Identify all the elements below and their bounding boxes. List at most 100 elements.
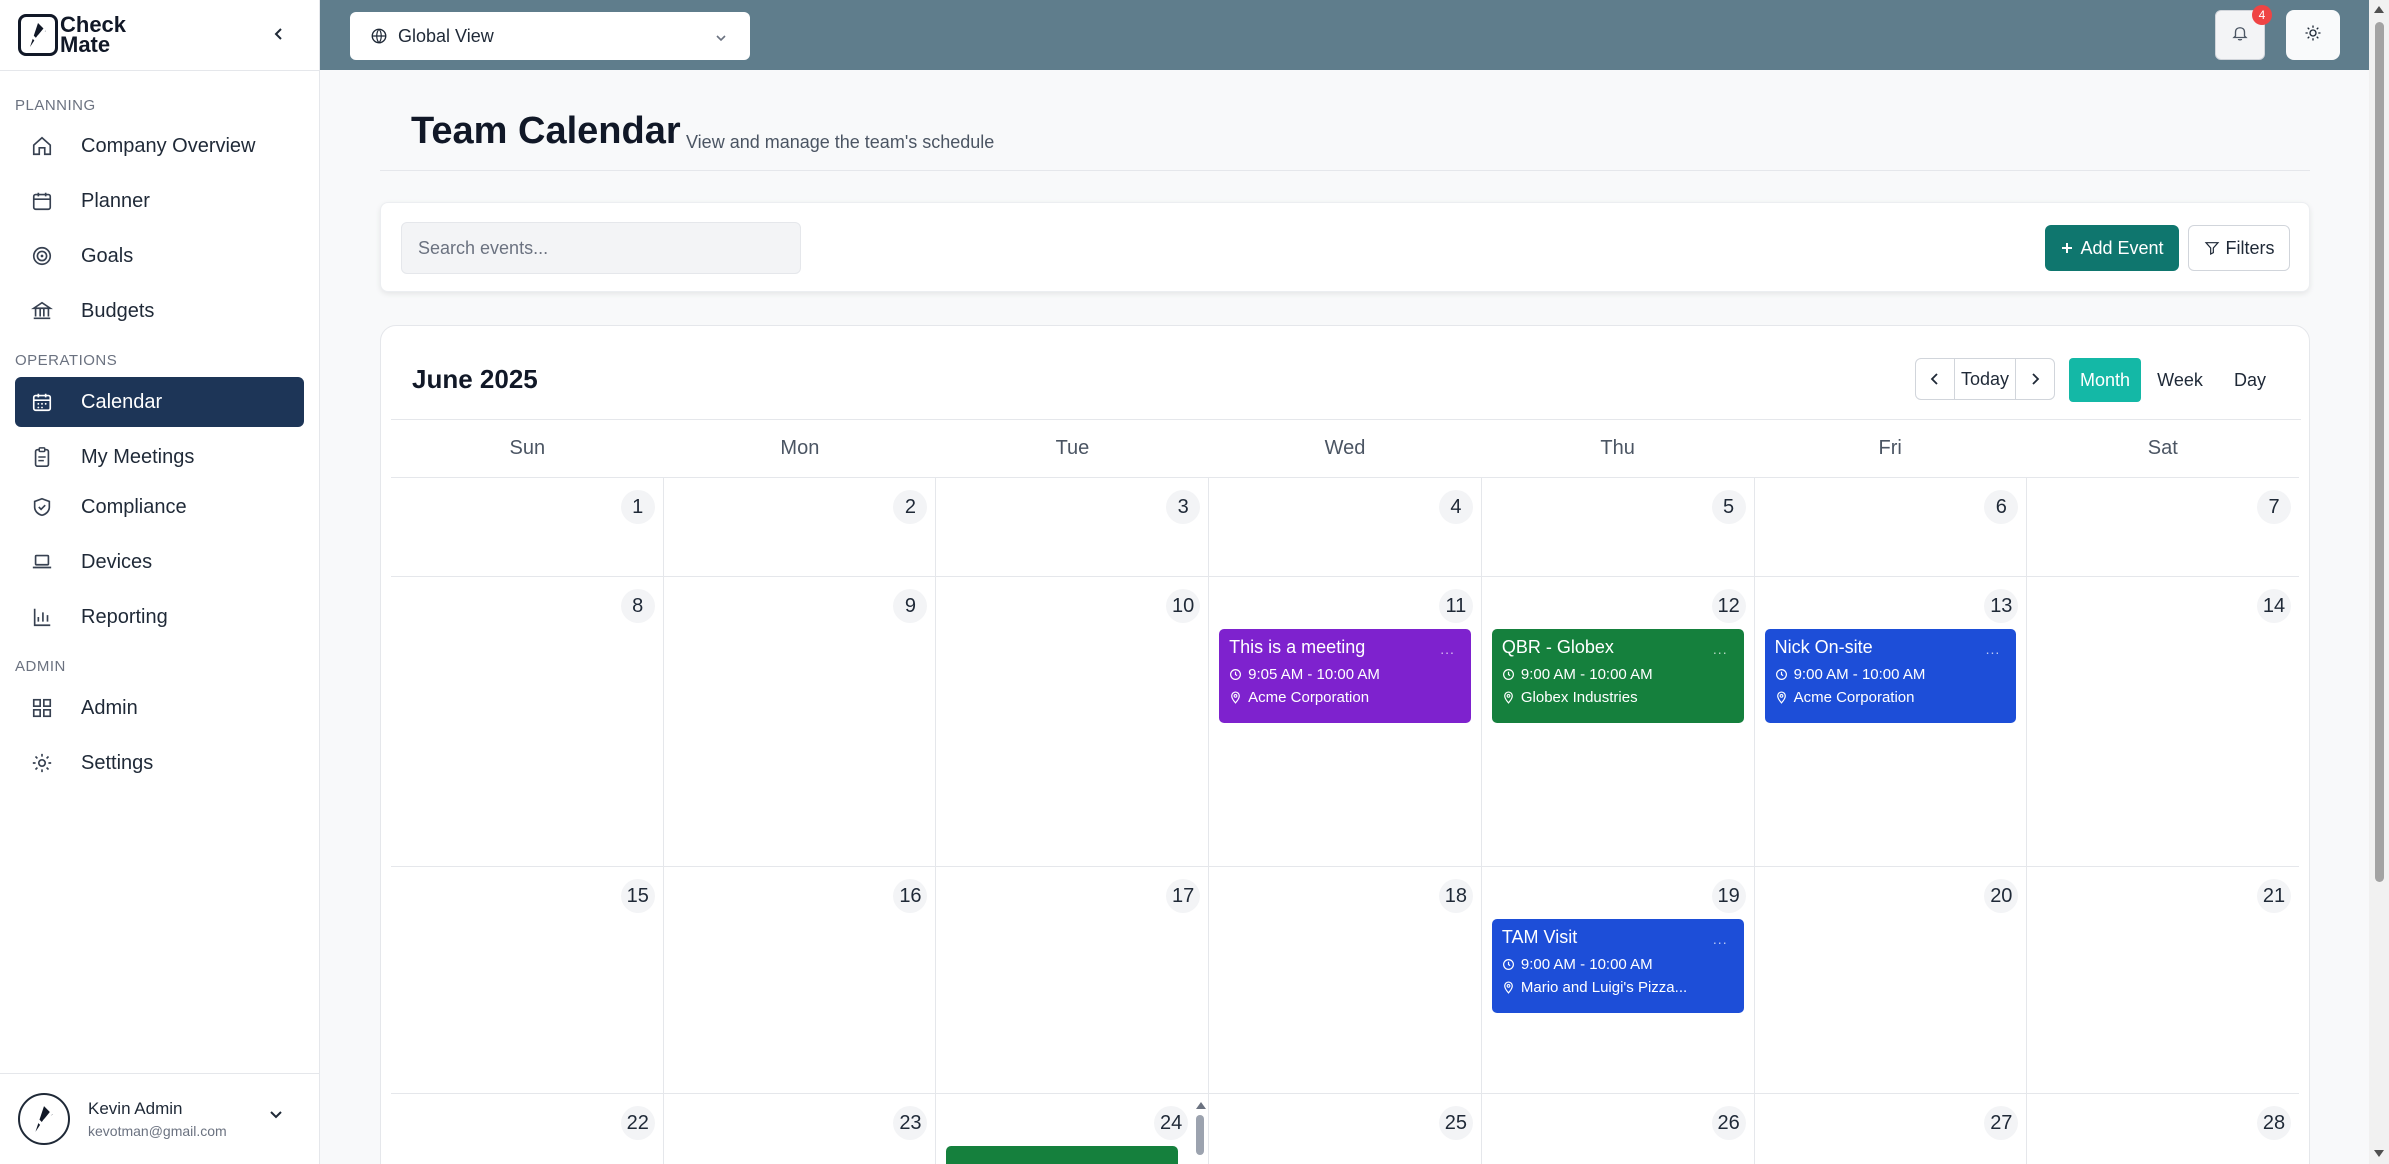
calendar-event[interactable]: TAM Visit ... 9:00 AM - 10:00 AM Mario a… xyxy=(1491,919,1744,1013)
sidebar-item-label: Calendar xyxy=(81,390,163,413)
event-more-menu[interactable]: ... xyxy=(1440,641,1455,657)
tab-month[interactable]: Month xyxy=(2069,358,2141,402)
chevron-right-icon xyxy=(2032,373,2040,385)
event-more-menu[interactable]: ... xyxy=(1986,641,2001,657)
page-scrollbar[interactable] xyxy=(2369,0,2389,1164)
collapse-sidebar-button[interactable] xyxy=(268,20,290,48)
scroll-thumb[interactable] xyxy=(2375,22,2384,882)
calendar-day[interactable]: 21 xyxy=(2027,867,2299,1093)
sidebar-item-label: Compliance xyxy=(81,495,187,518)
day-number: 15 xyxy=(620,879,655,913)
calendar-event[interactable]: QBR - Globex ... 9:00 AM - 10:00 AM Glob… xyxy=(1491,629,1744,723)
sidebar-item-goals[interactable]: Goals xyxy=(15,231,304,281)
sidebar-item-label: Devices xyxy=(81,550,153,573)
calendar-day[interactable]: 25 xyxy=(1209,1094,1482,1164)
tab-day[interactable]: Day xyxy=(2219,358,2281,402)
calendar-day[interactable]: 3 xyxy=(936,478,1210,576)
user-divider xyxy=(0,1073,320,1074)
calendar-day[interactable]: 22 xyxy=(391,1094,664,1164)
grid-icon xyxy=(29,695,55,721)
shield-check-icon xyxy=(29,494,55,520)
tab-week[interactable]: Week xyxy=(2141,358,2219,402)
sidebar-item-budgets[interactable]: Budgets xyxy=(15,286,304,336)
day-number: 10 xyxy=(1166,589,1201,623)
sidebar-item-label: Reporting xyxy=(81,605,168,628)
weekday-header: Sun Mon Tue Wed Thu Fri Sat xyxy=(391,420,2299,478)
calendar-day[interactable]: 8 xyxy=(391,577,664,866)
map-pin-icon xyxy=(1775,691,1788,704)
calendar-event[interactable]: This is a meeting ... 9:05 AM - 10:00 AM… xyxy=(1219,629,1471,723)
calendar-day[interactable]: 16 xyxy=(664,867,937,1093)
calendar-day[interactable]: 15 xyxy=(391,867,664,1093)
calendar-day[interactable]: 9 xyxy=(664,577,937,866)
user-email: kevotman@gmail.com xyxy=(88,1123,227,1139)
day-number: 8 xyxy=(620,589,655,623)
calendar-day[interactable]: 23 xyxy=(664,1094,937,1164)
calendar-day[interactable]: 28 xyxy=(2027,1094,2299,1164)
laptop-icon xyxy=(29,549,55,575)
theme-toggle-button[interactable] xyxy=(2286,10,2340,60)
day-number: 27 xyxy=(1984,1106,2019,1140)
sidebar-item-devices[interactable]: Devices xyxy=(15,537,304,587)
calendar-day[interactable]: 18 xyxy=(1209,867,1482,1093)
weekday-label: Thu xyxy=(1600,437,1635,459)
sidebar-item-reporting[interactable]: Reporting xyxy=(15,592,304,642)
user-profile[interactable]: Kevin Admin kevotman@gmail.com xyxy=(18,1093,227,1145)
view-tabs: Month Week Day xyxy=(2069,358,2281,402)
notifications-button[interactable]: 4 xyxy=(2215,5,2272,60)
next-month-button[interactable] xyxy=(2016,359,2054,399)
calendar-week: 8 9 10 11 This is a meeting ... 9:05 AM … xyxy=(391,577,2299,867)
clock-icon xyxy=(1502,668,1515,681)
calendar-day[interactable]: 12 QBR - Globex ... 9:00 AM - 10:00 AM G… xyxy=(1482,577,1755,866)
calendar-day[interactable]: 5 xyxy=(1482,478,1755,576)
scroll-up-arrow[interactable] xyxy=(2374,6,2384,13)
event-more-menu[interactable]: ... xyxy=(1713,641,1728,657)
map-pin-icon xyxy=(1502,981,1515,994)
calendar-day[interactable]: 24 xyxy=(936,1094,1210,1164)
calendar-day[interactable]: 1 xyxy=(391,478,664,576)
chevron-down-icon[interactable] xyxy=(268,1108,284,1126)
calendar-day[interactable]: 17 xyxy=(936,867,1210,1093)
calendar-day[interactable]: 11 This is a meeting ... 9:05 AM - 10:00… xyxy=(1209,577,1482,866)
view-select-value: Global View xyxy=(398,25,494,46)
calendar-day[interactable]: 6 xyxy=(1755,478,2028,576)
calendar-day[interactable]: 20 xyxy=(1755,867,2028,1093)
calendar-day[interactable]: 10 xyxy=(936,577,1210,866)
calendar-day[interactable]: 2 xyxy=(664,478,937,576)
calendar-event[interactable]: Nick On-site ... 9:00 AM - 10:00 AM Acme… xyxy=(1764,629,2017,723)
target-icon xyxy=(29,243,55,269)
sidebar-item-planner[interactable]: Planner xyxy=(15,176,304,226)
today-button[interactable]: Today xyxy=(1954,359,2016,399)
calendar-day[interactable]: 4 xyxy=(1209,478,1482,576)
calendar-event[interactable] xyxy=(946,1146,1179,1164)
event-more-menu[interactable]: ... xyxy=(1713,931,1728,947)
logo-text: Check Mate xyxy=(60,12,127,57)
calendar-week: 22 23 24 25 26 27 28 xyxy=(391,1094,2299,1164)
calendar-day[interactable]: 13 Nick On-site ... 9:00 AM - 10:00 AM A… xyxy=(1755,577,2028,866)
sidebar-item-admin[interactable]: Admin xyxy=(15,683,304,733)
event-time: 9:00 AM - 10:00 AM xyxy=(1793,666,1926,683)
cell-scrollbar[interactable] xyxy=(1196,1102,1207,1155)
calendar-day[interactable]: 7 xyxy=(2027,478,2299,576)
sidebar-item-my-meetings[interactable]: My Meetings xyxy=(15,432,304,482)
user-name: Kevin Admin xyxy=(88,1099,183,1118)
sidebar-item-settings[interactable]: Settings xyxy=(15,738,304,788)
calendar-day[interactable]: 27 xyxy=(1755,1094,2028,1164)
calendar-day[interactable]: 14 xyxy=(2027,577,2299,866)
toolbar-card: Add Event Filters xyxy=(380,202,2310,292)
add-event-button[interactable]: Add Event xyxy=(2045,225,2179,271)
sidebar-item-compliance[interactable]: Compliance xyxy=(15,482,304,532)
sidebar-item-calendar[interactable]: Calendar xyxy=(15,377,304,427)
scroll-down-arrow[interactable] xyxy=(2374,1150,2384,1157)
search-input[interactable] xyxy=(401,222,801,274)
bank-icon xyxy=(29,298,55,324)
sidebar-item-company-overview[interactable]: Company Overview xyxy=(15,121,304,171)
calendar-day[interactable]: 26 xyxy=(1482,1094,1755,1164)
filters-button[interactable]: Filters xyxy=(2188,225,2290,271)
view-select[interactable]: Global View xyxy=(350,12,750,60)
globe-icon xyxy=(370,27,388,45)
calendar-day[interactable]: 19 TAM Visit ... 9:00 AM - 10:00 AM Mari… xyxy=(1482,867,1755,1093)
filter-icon xyxy=(2204,240,2220,256)
app-logo[interactable]: Check Mate xyxy=(18,14,140,56)
previous-month-button[interactable] xyxy=(1916,359,1954,399)
